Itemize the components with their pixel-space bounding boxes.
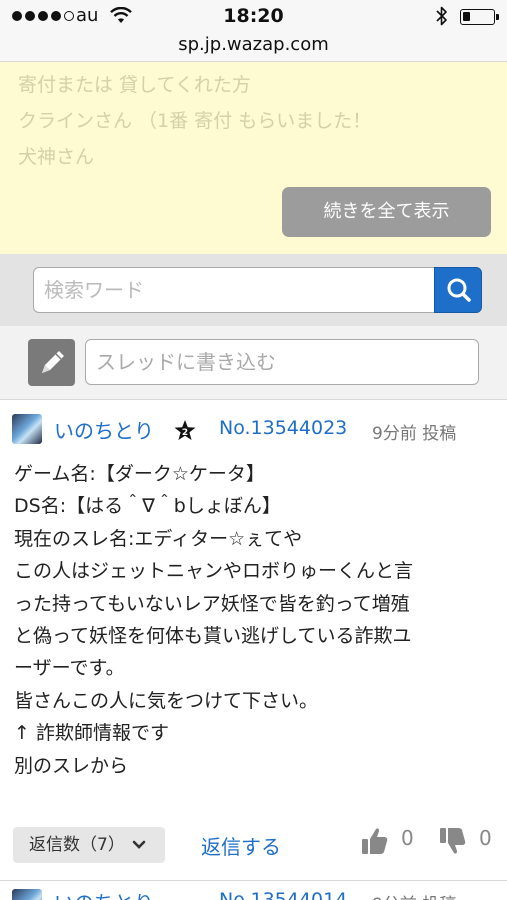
post-number[interactable]: No.13544014 <box>219 889 347 900</box>
post-line: った持ってもいないレア妖怪で皆を釣って増殖 <box>14 592 410 615</box>
rank-badge: 2 <box>173 419 197 447</box>
notice-line: クラインさん （1番 寄付 もらいました！ <box>18 110 372 132</box>
address-bar[interactable]: sp.jp.wazap.com <box>0 32 507 62</box>
post-username[interactable]: いのちとり <box>54 415 154 444</box>
post-line: DS名:【はる＾∇＾bしょぼん】 <box>14 495 281 518</box>
search-bar: 検索ワード <box>0 254 507 326</box>
pen-icon <box>42 351 64 373</box>
post-line: ーザーです。 <box>14 657 125 680</box>
like-count: 0 <box>401 826 414 850</box>
chevron-down-icon <box>132 840 146 849</box>
avatar[interactable] <box>12 414 42 444</box>
post-number[interactable]: No.13544023 <box>219 417 347 439</box>
notice-line: 犬神さん <box>18 146 95 168</box>
replies-count-label: 返信数（7） <box>29 835 125 855</box>
status-bar: au 18:20 <box>0 0 507 32</box>
post-username[interactable]: いのちとり <box>54 887 154 900</box>
rank-number: 2 <box>182 428 188 438</box>
replies-dropdown[interactable]: 返信数（7） <box>13 827 165 863</box>
battery-icon <box>460 9 499 25</box>
post-time: 9分前 投稿 <box>372 890 456 900</box>
compose-bar: スレッドに書き込む <box>0 326 507 400</box>
next-post: いのちとり No.13544014 9分前 投稿 <box>0 880 507 900</box>
search-input[interactable]: 検索ワード <box>33 267 435 313</box>
bluetooth-icon <box>436 6 448 30</box>
compose-input[interactable]: スレッドに書き込む <box>85 339 479 385</box>
post-time: 9分前 投稿 <box>372 424 457 444</box>
post-line: と偽って妖怪を何体も貰い逃げしている詐欺ユ <box>14 625 412 648</box>
notice-line: 寄付または 貸してくれた方 <box>18 74 251 96</box>
post-line: ゲーム名:【ダーク☆ケータ】 <box>14 463 265 485</box>
post-line: 現在のスレ名:エディター☆ぇてや <box>14 527 303 550</box>
avatar[interactable] <box>12 889 42 900</box>
post-line: ↑ 詐欺師情報です <box>14 722 169 745</box>
post: いのちとり 2 No.13544023 9分前 投稿 ゲーム名:【ダーク☆ケータ… <box>0 400 507 880</box>
reply-link[interactable]: 返信する <box>201 831 281 860</box>
search-icon <box>447 278 471 302</box>
post-line: 皆さんこの人に気をつけて下さい。 <box>14 689 319 712</box>
thumbs-up-icon[interactable] <box>361 826 389 860</box>
clock: 18:20 <box>223 5 284 27</box>
thumbs-down-icon[interactable] <box>439 826 467 860</box>
notice-panel: 寄付または 貸してくれた方 クラインさん （1番 寄付 もらいました！ 犬神さん… <box>0 62 507 254</box>
dislike-count: 0 <box>479 826 492 850</box>
post-line: 別のスレから <box>14 754 129 777</box>
write-button[interactable] <box>28 339 75 386</box>
search-button[interactable] <box>434 267 482 313</box>
battery-level <box>463 12 470 21</box>
post-body: ゲーム名:【ダーク☆ケータ】 DS名:【はる＾∇＾bしょぼん】 現在のスレ名:エ… <box>14 458 499 782</box>
show-all-button[interactable]: 続きを全て表示 <box>282 187 491 237</box>
post-line: この人はジェットニャンやロボりゅーくんと言 <box>14 560 414 583</box>
